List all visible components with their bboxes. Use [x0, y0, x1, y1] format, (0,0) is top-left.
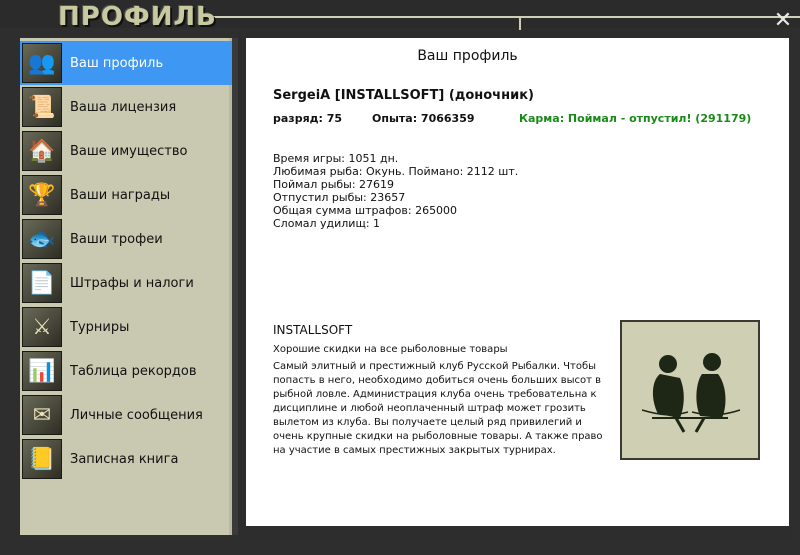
karma-value: Карма: Поймал - отпустил! (291179)	[519, 112, 752, 125]
club-emblem-icon	[620, 320, 760, 460]
sidebar-item-records[interactable]: 📊 Таблица рекордов	[20, 349, 232, 393]
page-title: Ваш профиль	[417, 48, 518, 64]
sidebar-item-label: Ваши трофеи	[70, 231, 163, 247]
window-title: ПРОФИЛЬ	[58, 2, 217, 32]
club-description: Самый элитный и престижный клуб Русской …	[273, 361, 603, 456]
tournament-icon: ⚔	[22, 307, 62, 347]
sidebar: 👥 Ваш профиль 📜 Ваша лицензия 🏠 Ваше иму…	[20, 38, 232, 535]
sidebar-item-label: Ваши награды	[70, 187, 171, 203]
house-icon: 🏠	[22, 131, 62, 171]
sidebar-item-tournaments[interactable]: ⚔ Турниры	[20, 305, 232, 349]
sidebar-item-label: Штрафы и налоги	[70, 275, 194, 291]
sidebar-item-label: Турниры	[70, 319, 130, 335]
stat-fines-total: Общая сумма штрафов: 265000	[273, 204, 458, 217]
stat-favorite-fish: Любимая рыба: Окунь. Поймано: 2112 шт.	[273, 165, 519, 178]
stat-play-time: Время игры: 1051 дн.	[273, 152, 399, 165]
stat-fish-caught: Поймал рыбы: 27619	[273, 178, 395, 191]
bar-chart-icon: 📊	[22, 351, 62, 391]
fish-icon: 🐟	[22, 219, 62, 259]
sidebar-item-trophies[interactable]: 🐟 Ваши трофеи	[20, 217, 232, 261]
sidebar-item-profile[interactable]: 👥 Ваш профиль	[20, 41, 232, 85]
sidebar-item-label: Таблица рекордов	[70, 363, 197, 379]
sidebar-item-fines[interactable]: 📄 Штрафы и налоги	[20, 261, 232, 305]
sidebar-item-label: Ваше имущество	[70, 143, 188, 159]
club-name: INSTALLSOFT	[273, 323, 353, 337]
sidebar-item-messages[interactable]: ✉ Личные сообщения	[20, 393, 232, 437]
stat-fish-released: Отпустил рыбы: 23657	[273, 191, 406, 204]
sidebar-item-property[interactable]: 🏠 Ваше имущество	[20, 129, 232, 173]
notebook-icon: 📒	[22, 439, 62, 479]
sidebar-item-label: Ваша лицензия	[70, 99, 177, 115]
users-icon: 👥	[22, 43, 62, 83]
frame-divider-horizontal	[205, 16, 800, 18]
license-icon: 📜	[22, 87, 62, 127]
stats-list: Время игры: 1051 дн. Любимая рыба: Окунь…	[273, 152, 518, 230]
stat-rods-broken: Сломал удилищ: 1	[273, 217, 381, 230]
sidebar-item-label: Личные сообщения	[70, 407, 203, 423]
experience-value: Опыта: 7066359	[372, 112, 475, 125]
sidebar-item-label: Ваш профиль	[70, 55, 164, 71]
sidebar-item-notebook[interactable]: 📒 Записная книга	[20, 437, 232, 481]
rank-value: разряд: 75	[273, 112, 343, 125]
sidebar-item-license[interactable]: 📜 Ваша лицензия	[20, 85, 232, 129]
profile-panel: Ваш профиль SergeiA [INSTALLSOFT] (доноч…	[246, 38, 789, 526]
sidebar-item-awards[interactable]: 🏆 Ваши награды	[20, 173, 232, 217]
envelope-icon: ✉	[22, 395, 62, 435]
club-subtitle: Хорошие скидки на все рыболовные товары	[273, 344, 508, 355]
sidebar-item-label: Записная книга	[70, 451, 179, 467]
user-name: SergeiA [INSTALLSOFT] (доночник)	[273, 88, 534, 103]
document-icon: 📄	[22, 263, 62, 303]
trophy-icon: 🏆	[22, 175, 62, 215]
close-icon[interactable]: ✕	[772, 10, 794, 32]
